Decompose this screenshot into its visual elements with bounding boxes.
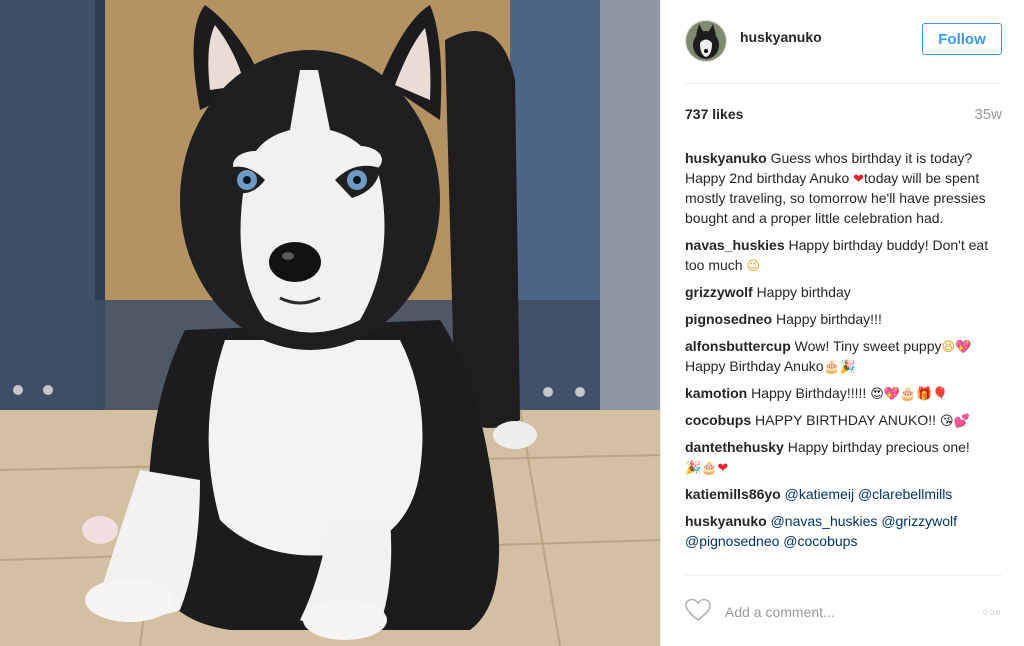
post-photo[interactable]	[0, 0, 660, 646]
mention-link[interactable]: @katiemeij	[785, 486, 854, 502]
post-header: huskyanuko Follow	[685, 18, 1002, 64]
heart-emoji: ❤	[853, 172, 865, 187]
add-comment-row: ○○○	[685, 597, 1002, 627]
caption: huskyanuko Guess whos birthday it is tod…	[685, 148, 1002, 228]
comment-emoji: 🎉🎂❤	[685, 461, 729, 476]
comment-text-cont: Happy Birthday Anuko	[685, 358, 824, 374]
list-item: cocobups HAPPY BIRTHDAY ANUKO!! 😘💕	[685, 410, 1002, 430]
comment-username[interactable]: grizzywolf	[685, 284, 753, 300]
comment-username[interactable]: huskyanuko	[685, 513, 767, 529]
instagram-post: huskyanuko Follow 737 likes 35w huskyanu…	[0, 0, 1024, 646]
comments-list[interactable]: huskyanuko Guess whos birthday it is tod…	[685, 148, 1002, 571]
mention-link[interactable]: @pignosedneo	[685, 533, 779, 549]
comment-username[interactable]: huskyanuko	[685, 150, 767, 166]
avatar[interactable]	[685, 20, 727, 62]
mention-link[interactable]: @clarebellmills	[858, 486, 952, 502]
divider	[685, 575, 1002, 576]
comment-username[interactable]: pignosedneo	[685, 311, 772, 327]
list-item: navas_huskies Happy birthday buddy! Don'…	[685, 235, 1002, 275]
comment-emoji: 😍💖🎂🎁🎈	[870, 387, 949, 402]
comment-emoji: 😉	[746, 259, 761, 274]
comment-emoji: 😘💕	[939, 414, 970, 429]
post-stats: 737 likes 35w	[685, 106, 1002, 123]
mention-link[interactable]: @cocobups	[783, 533, 857, 549]
comment-emoji-2: 🎂🎉	[823, 360, 856, 375]
comment-username[interactable]: kamotion	[685, 385, 747, 401]
comment-emoji: 😆💖	[941, 340, 972, 355]
comment-username[interactable]: navas_huskies	[685, 237, 785, 253]
post-side-panel: huskyanuko Follow 737 likes 35w huskyanu…	[660, 0, 1024, 646]
likes-count[interactable]: 737 likes	[685, 106, 743, 123]
comment-text: Happy birthday	[756, 284, 851, 300]
comment-username[interactable]: cocobups	[685, 412, 751, 428]
follow-button[interactable]: Follow	[922, 23, 1002, 55]
like-button[interactable]	[685, 598, 711, 627]
more-options-icon[interactable]: ○○○	[983, 607, 1002, 617]
comment-text: Happy Birthday!!!!!	[751, 385, 871, 401]
list-item: dantethehusky Happy birthday precious on…	[685, 437, 1002, 477]
comment-text: HAPPY BIRTHDAY ANUKO!!	[755, 412, 940, 428]
comment-text: Happy birthday precious one!	[787, 439, 970, 455]
mention-link[interactable]: @grizzywolf	[881, 513, 957, 529]
comment-input[interactable]	[725, 604, 955, 620]
divider	[685, 83, 1002, 84]
mention-link[interactable]: @navas_huskies	[771, 513, 878, 529]
list-item: alfonsbuttercup Wow! Tiny sweet puppy😆💖 H…	[685, 336, 1002, 376]
comment-username[interactable]: dantethehusky	[685, 439, 784, 455]
post-age[interactable]: 35w	[974, 106, 1002, 123]
comment-text: Wow! Tiny sweet puppy	[794, 338, 942, 354]
list-item: kamotion Happy Birthday!!!!! 😍💖🎂🎁🎈	[685, 383, 1002, 403]
avatar-image	[686, 21, 726, 61]
comment-text: Happy birthday!!!	[776, 311, 882, 327]
heart-outline-icon	[685, 598, 711, 621]
comment-username[interactable]: alfonsbuttercup	[685, 338, 791, 354]
post-username[interactable]: huskyanuko	[740, 29, 822, 45]
list-item: pignosedneo Happy birthday!!!	[685, 309, 1002, 329]
list-item: huskyanuko @navas_huskies @grizzywolf @p…	[685, 511, 1002, 551]
comment-username[interactable]: katiemills86yo	[685, 486, 781, 502]
list-item: katiemills86yo @katiemeij @clarebellmill…	[685, 484, 1002, 504]
husky-puppy-photo	[0, 0, 660, 646]
list-item: grizzywolf Happy birthday	[685, 282, 1002, 302]
